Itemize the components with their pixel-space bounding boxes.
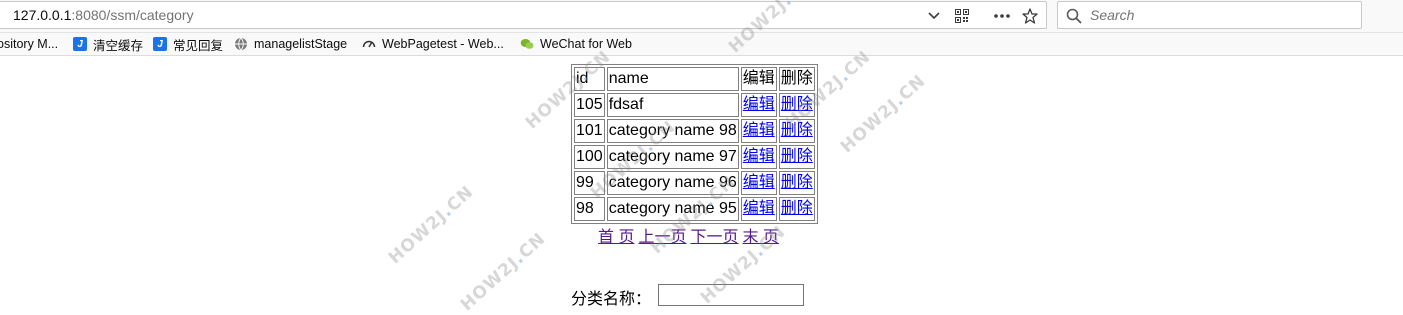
bookmark-clear-cache[interactable]: J 清空缓存 <box>73 35 143 53</box>
more-actions-icon[interactable] <box>993 7 1011 25</box>
bookmark-wechat[interactable]: WeChat for Web <box>520 35 632 53</box>
bookmark-label: 清空缓存 <box>93 38 144 53</box>
wechat-icon <box>520 37 534 51</box>
navigation-toolbar: 127.0.0.1:8080/ssm/category Search <box>0 0 1403 33</box>
search-icon <box>1066 8 1082 24</box>
column-header-name: name <box>606 67 739 91</box>
delete-link[interactable]: 删除 <box>781 200 813 217</box>
table-row: 101 category name 98 编辑 删除 <box>574 119 815 143</box>
cell-name: category name 97 <box>606 145 739 169</box>
qr-code-icon[interactable] <box>953 7 971 25</box>
table-header-row: id name 编辑 删除 <box>574 67 815 91</box>
cell-delete: 删除 <box>778 145 815 169</box>
category-table: id name 编辑 删除 105 fdsaf 编辑 删除 101 catego… <box>571 64 818 224</box>
cell-delete: 删除 <box>778 119 815 143</box>
cell-id: 105 <box>574 93 605 117</box>
url-text[interactable]: 127.0.0.1:8080/ssm/category <box>13 7 194 23</box>
url-path: :8080/ssm/category <box>71 7 194 23</box>
cell-name: category name 95 <box>606 197 739 221</box>
cell-id: 99 <box>574 171 605 195</box>
pagination: 首 页上一页 下一页末 页 <box>598 223 783 247</box>
watermark-dot: . <box>834 66 854 86</box>
table-row: 99 category name 96 编辑 删除 <box>574 171 815 195</box>
watermark: HOW2J.CN <box>457 229 550 315</box>
globe-icon <box>234 37 248 51</box>
watermark-dot: . <box>509 248 529 268</box>
category-name-input[interactable] <box>658 284 804 306</box>
cell-edit: 编辑 <box>740 197 777 221</box>
bookmark-label: WeChat for Web <box>540 37 632 51</box>
cell-edit: 编辑 <box>740 93 777 117</box>
j-app-icon: J <box>73 37 87 51</box>
bookmark-common-replies[interactable]: J 常见回复 <box>153 35 223 53</box>
cell-delete: 删除 <box>778 171 815 195</box>
watermark: HOW2J.CN <box>837 71 930 157</box>
delete-link[interactable]: 删除 <box>781 122 813 139</box>
first-page-link[interactable]: 首 页 <box>598 229 634 246</box>
url-host: 127.0.0.1 <box>13 7 72 23</box>
j-app-icon: J <box>153 37 167 51</box>
bookmark-repository[interactable]: ository M... <box>0 35 58 53</box>
cell-delete: 删除 <box>778 93 815 117</box>
cell-edit: 编辑 <box>740 145 777 169</box>
table-row: 100 category name 97 编辑 删除 <box>574 145 815 169</box>
cell-id: 101 <box>574 119 605 143</box>
cell-edit: 编辑 <box>740 171 777 195</box>
category-name-label: 分类名称： <box>571 291 652 308</box>
edit-link[interactable]: 编辑 <box>743 174 775 191</box>
watermark: HOW2J.CN <box>385 182 478 268</box>
bookmark-webpagetest[interactable]: WebPagetest - Web... <box>362 35 504 53</box>
bookmark-label: ository M... <box>0 37 59 51</box>
table-row: 98 category name 95 编辑 删除 <box>574 197 815 221</box>
delete-link[interactable]: 删除 <box>781 96 813 113</box>
column-header-id: id <box>574 67 605 91</box>
bookmark-label: managelistStage <box>254 37 348 51</box>
bookmark-label: 常见回复 <box>173 38 224 53</box>
cell-delete: 删除 <box>778 197 815 221</box>
edit-link[interactable]: 编辑 <box>743 122 775 139</box>
cell-name: category name 96 <box>606 171 739 195</box>
search-placeholder: Search <box>1090 7 1135 23</box>
bookmarks-toolbar: ository M... J 清空缓存 J 常见回复 managelistSta… <box>0 33 1403 56</box>
chevron-down-icon[interactable] <box>925 7 943 25</box>
watermark-text: CN <box>443 181 478 216</box>
table-row: 105 fdsaf 编辑 删除 <box>574 93 815 117</box>
search-box[interactable]: Search <box>1057 1 1362 29</box>
watermark-dot: . <box>889 90 909 110</box>
last-page-link[interactable]: 末 页 <box>742 229 778 246</box>
watermark-text: HOW2J <box>457 253 523 315</box>
prev-page-link[interactable]: 上一页 <box>638 229 686 246</box>
watermark-text: HOW2J <box>385 206 451 269</box>
cell-id: 98 <box>574 197 605 221</box>
watermark-text: HOW2J <box>837 95 903 158</box>
delete-link[interactable]: 删除 <box>781 174 813 191</box>
url-bar[interactable]: 127.0.0.1:8080/ssm/category <box>0 1 1047 29</box>
cell-id: 100 <box>574 145 605 169</box>
next-page-link[interactable]: 下一页 <box>690 229 738 246</box>
edit-link[interactable]: 编辑 <box>743 148 775 165</box>
watermark-dot: . <box>437 201 457 221</box>
watermark-text: CN <box>515 228 550 263</box>
delete-link[interactable]: 删除 <box>781 148 813 165</box>
edit-link[interactable]: 编辑 <box>743 96 775 113</box>
edit-link[interactable]: 编辑 <box>743 200 775 217</box>
bookmark-star-icon[interactable] <box>1021 7 1039 25</box>
cell-name: category name 98 <box>606 119 739 143</box>
column-header-edit: 编辑 <box>740 67 777 91</box>
bookmark-managelist[interactable]: managelistStage <box>234 35 347 53</box>
bookmark-label: WebPagetest - Web... <box>382 37 504 51</box>
cell-edit: 编辑 <box>740 119 777 143</box>
cell-name: fdsaf <box>606 93 739 117</box>
column-header-delete: 删除 <box>778 67 815 91</box>
watermark-text: CN <box>895 70 930 105</box>
speedometer-icon <box>362 37 376 51</box>
